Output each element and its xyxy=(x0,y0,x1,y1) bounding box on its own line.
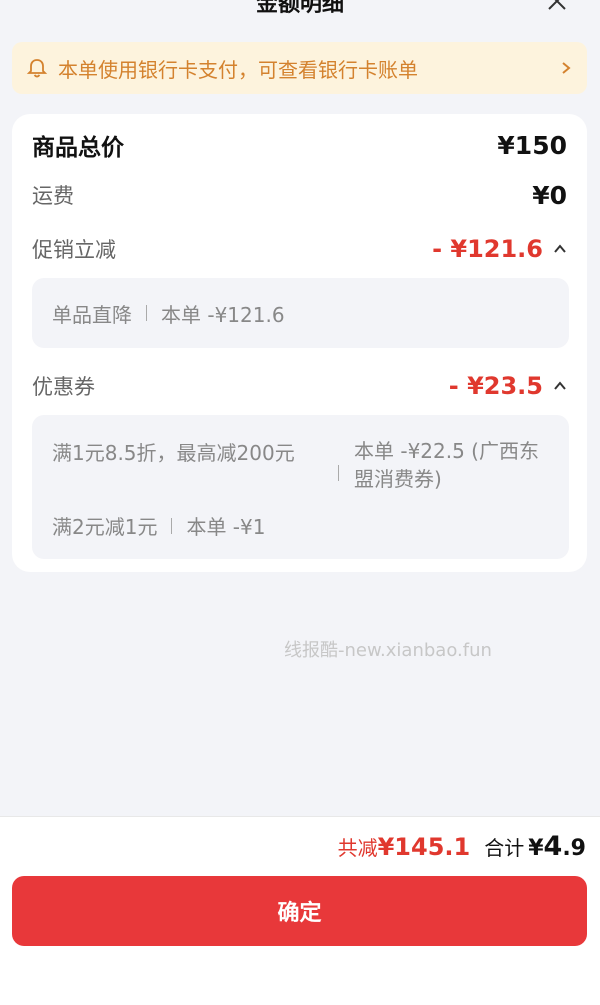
notice-text: 本单使用银行卡支付，可查看银行卡账单 xyxy=(58,57,418,82)
total-integer: 4 xyxy=(543,831,563,862)
coupon-amount: - ¥23.5 xyxy=(448,372,543,400)
goods-total-row: 商品总价 ¥150 xyxy=(32,128,567,162)
coupon-1-value: 本单 -¥22.5 (广西东盟消费券) xyxy=(354,439,539,491)
payment-notice-banner[interactable]: 本单使用银行卡支付，可查看银行卡账单 xyxy=(12,42,587,94)
coupon-label: 优惠券 xyxy=(32,375,95,399)
close-icon[interactable] xyxy=(546,0,568,12)
coupon-amount-group: - ¥23.5 xyxy=(449,372,567,400)
promo-detail-box: 单品直降 本单 -¥121.6 xyxy=(32,278,569,348)
coupon-2-line: 满2元减1元 本单 -¥1 xyxy=(52,511,265,540)
coupon-row[interactable]: 优惠券 - ¥23.5 xyxy=(32,371,567,401)
total-label: 合计 xyxy=(484,836,525,860)
goods-total-label: 商品总价 xyxy=(32,135,124,161)
promo-row[interactable]: 促销立减 - ¥121.6 xyxy=(32,234,567,264)
promo-amount-group: - ¥121.6 xyxy=(432,235,567,263)
total-amount: ¥4.9 xyxy=(528,831,586,862)
sheet-header: 金额明细 xyxy=(0,0,600,40)
divider xyxy=(338,465,339,481)
total-symbol: ¥ xyxy=(528,836,544,861)
discount-label: 共减¥145.1 xyxy=(338,832,471,861)
shipping-amount: ¥0 xyxy=(532,180,567,210)
promo-detail-name: 单品直降 xyxy=(52,302,132,327)
total-decimal: .9 xyxy=(562,836,586,861)
chevron-up-icon[interactable] xyxy=(553,379,567,393)
totals-summary: 共减¥145.1 合计 ¥4.9 xyxy=(338,831,586,862)
coupon-1-name: 满1元8.5折，最高减200元 xyxy=(52,441,295,465)
shipping-label: 运费 xyxy=(32,184,74,208)
coupon-detail-box: 满1元8.5折，最高减200元 本单 -¥22.5 (广西东盟消费券) 满2元减… xyxy=(32,415,569,559)
divider xyxy=(171,517,173,534)
chevron-right-icon xyxy=(562,62,571,74)
bell-icon xyxy=(26,59,48,78)
coupon-2-value: 本单 -¥1 xyxy=(186,515,266,539)
sheet-title: 金额明细 xyxy=(255,0,344,17)
chevron-up-icon[interactable] xyxy=(553,242,567,256)
bottom-bar: 共减¥145.1 合计 ¥4.9 确定 xyxy=(0,816,600,1005)
divider xyxy=(146,305,147,321)
discount-amount: ¥145.1 xyxy=(377,833,471,861)
watermark-text: 线报酷-new.xianbao.fun xyxy=(284,640,492,661)
goods-total-amount: ¥150 xyxy=(497,130,567,160)
promo-detail-value: 本单 -¥121.6 xyxy=(161,302,285,327)
confirm-button[interactable]: 确定 xyxy=(12,876,587,946)
promo-amount: - ¥121.6 xyxy=(432,235,543,263)
shipping-row: 运费 ¥0 xyxy=(32,180,567,210)
amount-detail-card: 商品总价 ¥150 运费 ¥0 促销立减 - ¥121.6 单品直降 本单 -¥… xyxy=(12,114,587,572)
coupon-2-name: 满2元减1元 xyxy=(52,515,158,539)
discount-prefix: 共减 xyxy=(337,836,378,860)
promo-label: 促销立减 xyxy=(32,238,116,262)
